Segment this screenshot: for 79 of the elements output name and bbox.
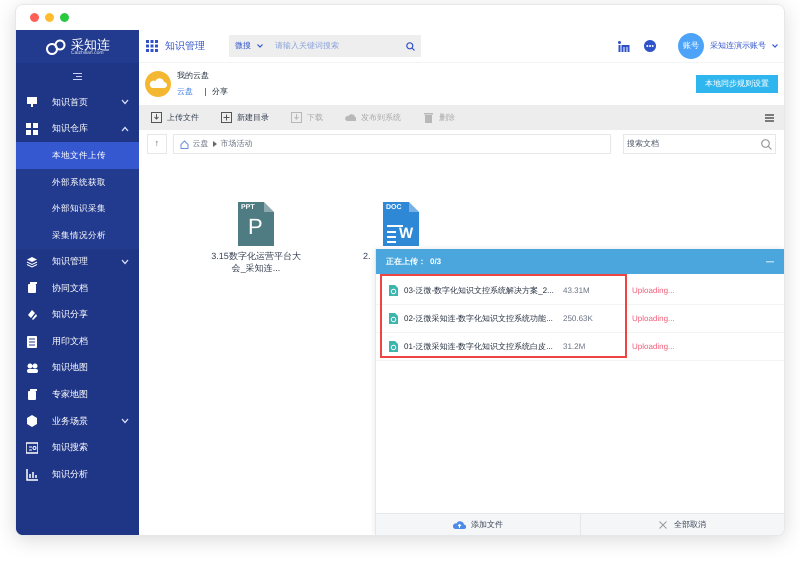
tab[interactable]: 分享 <box>212 86 228 98</box>
grid-icon <box>26 122 38 135</box>
file-icon <box>389 341 398 352</box>
drive-title: 我的云盘 <box>177 70 210 82</box>
more-icon[interactable] <box>644 40 656 52</box>
cancel-all-button[interactable]: 全部取消 <box>580 514 784 535</box>
submenu-item[interactable]: 采集情况分析 <box>16 222 139 249</box>
sidebar-item[interactable]: 知识分析 <box>16 461 139 488</box>
tab[interactable]: 云盘 <box>177 86 193 98</box>
list-view-icon[interactable] <box>765 114 774 122</box>
submenu-item[interactable]: 外部知识采集 <box>16 195 139 222</box>
sidebar-item[interactable]: 协同文档 <box>16 275 139 302</box>
upload-count: 0/3 <box>430 256 442 268</box>
file-size: 250.63K <box>563 312 594 324</box>
document-search-field[interactable]: 搜索文档 <box>627 138 761 150</box>
toolbar-button[interactable]: 上传文件 <box>151 112 199 124</box>
upload-status: Uploading... <box>632 312 675 324</box>
sidebar-item[interactable]: 用印文档 <box>16 328 139 355</box>
sidebar-item[interactable]: 知识搜索 <box>16 434 139 462</box>
add-files-button[interactable]: 添加文件 <box>376 514 580 535</box>
layers-icon <box>26 256 38 268</box>
sidebar-item[interactable]: 业务场景 <box>16 408 139 435</box>
sidebar-item[interactable]: 知识仓库 <box>16 116 139 142</box>
home-icon <box>180 140 189 148</box>
upload-file-name: 03-泛微-数字化知识文控系统解决方案_2... <box>404 284 554 296</box>
page-title: 知识管理 <box>165 40 205 54</box>
collapse-menu-icon[interactable] <box>73 72 82 80</box>
download-icon <box>291 112 302 123</box>
file-icon <box>389 285 398 296</box>
caret-icon <box>257 44 263 48</box>
upload-title: 正在上传： <box>386 256 426 268</box>
search-scope-dropdown[interactable]: 微搜 <box>235 40 251 52</box>
list-document-icon <box>26 336 38 348</box>
search-icon <box>406 42 415 50</box>
document-icon <box>26 282 38 294</box>
upload-file-name: 01-泛微采知连-数字化知识文控系统白皮... <box>404 340 554 352</box>
sidebar-item[interactable]: 知识首页 <box>16 89 139 116</box>
close-window-icon[interactable] <box>30 13 39 22</box>
app-grid-icon[interactable] <box>146 40 158 52</box>
search-panel-icon <box>26 442 38 454</box>
document-search-bar[interactable]: 搜索文档 <box>623 134 776 154</box>
document-icon <box>26 388 38 401</box>
sidebar-item[interactable]: 知识地图 <box>16 354 139 382</box>
bar-chart-icon <box>26 468 38 481</box>
search-bar[interactable]: 微搜 请输入关键词搜索 <box>229 35 421 57</box>
upload-file-name: 02-泛微采知连-数字化知识文控系统功能... <box>404 312 554 324</box>
file-size: 31.2M <box>563 340 586 352</box>
toolbar-button[interactable]: 新建目录 <box>221 112 269 124</box>
logo-icon <box>45 38 67 54</box>
upload-icon <box>151 112 162 123</box>
caret-icon <box>772 44 778 48</box>
add-folder-icon <box>221 112 232 123</box>
search-field[interactable]: 请输入关键词搜索 <box>275 40 406 52</box>
monitor-icon <box>26 96 38 108</box>
file-name[interactable]: 3.15数字化运营平台大会_采知连... <box>211 250 301 274</box>
file-name[interactable]: 2. <box>363 250 371 262</box>
trash-icon <box>423 112 434 123</box>
up-button[interactable]: ↑ <box>147 134 167 154</box>
upload-status: Uploading... <box>632 340 675 352</box>
file-size: 43.31M <box>563 284 591 296</box>
breadcrumb-link[interactable]: 云盘 <box>192 138 209 150</box>
cube-icon <box>26 415 38 428</box>
cloud-upload-icon <box>345 112 356 123</box>
file-icon <box>389 313 398 324</box>
sidebar-item[interactable]: 专家地图 <box>16 382 139 408</box>
close-icon <box>658 520 667 528</box>
account-name[interactable]: 采知连演示账号 <box>710 40 766 52</box>
logo-text: 采知连 <box>71 38 110 50</box>
breadcrumb-link[interactable]: 市场活动 <box>220 138 253 150</box>
submenu-item[interactable]: 本地文件上传 <box>16 142 139 169</box>
search-icon <box>761 138 772 150</box>
separator-icon <box>212 141 217 147</box>
sidebar-item[interactable]: 知识管理 <box>16 248 139 276</box>
cloud-upload-icon <box>452 520 466 529</box>
people-icon <box>26 362 38 374</box>
cloud-icon <box>145 71 171 97</box>
submenu-item[interactable]: 外部系统获取 <box>16 168 139 196</box>
sidebar-item[interactable]: 知识分享 <box>16 302 139 328</box>
upload-status: Uploading... <box>632 284 675 296</box>
